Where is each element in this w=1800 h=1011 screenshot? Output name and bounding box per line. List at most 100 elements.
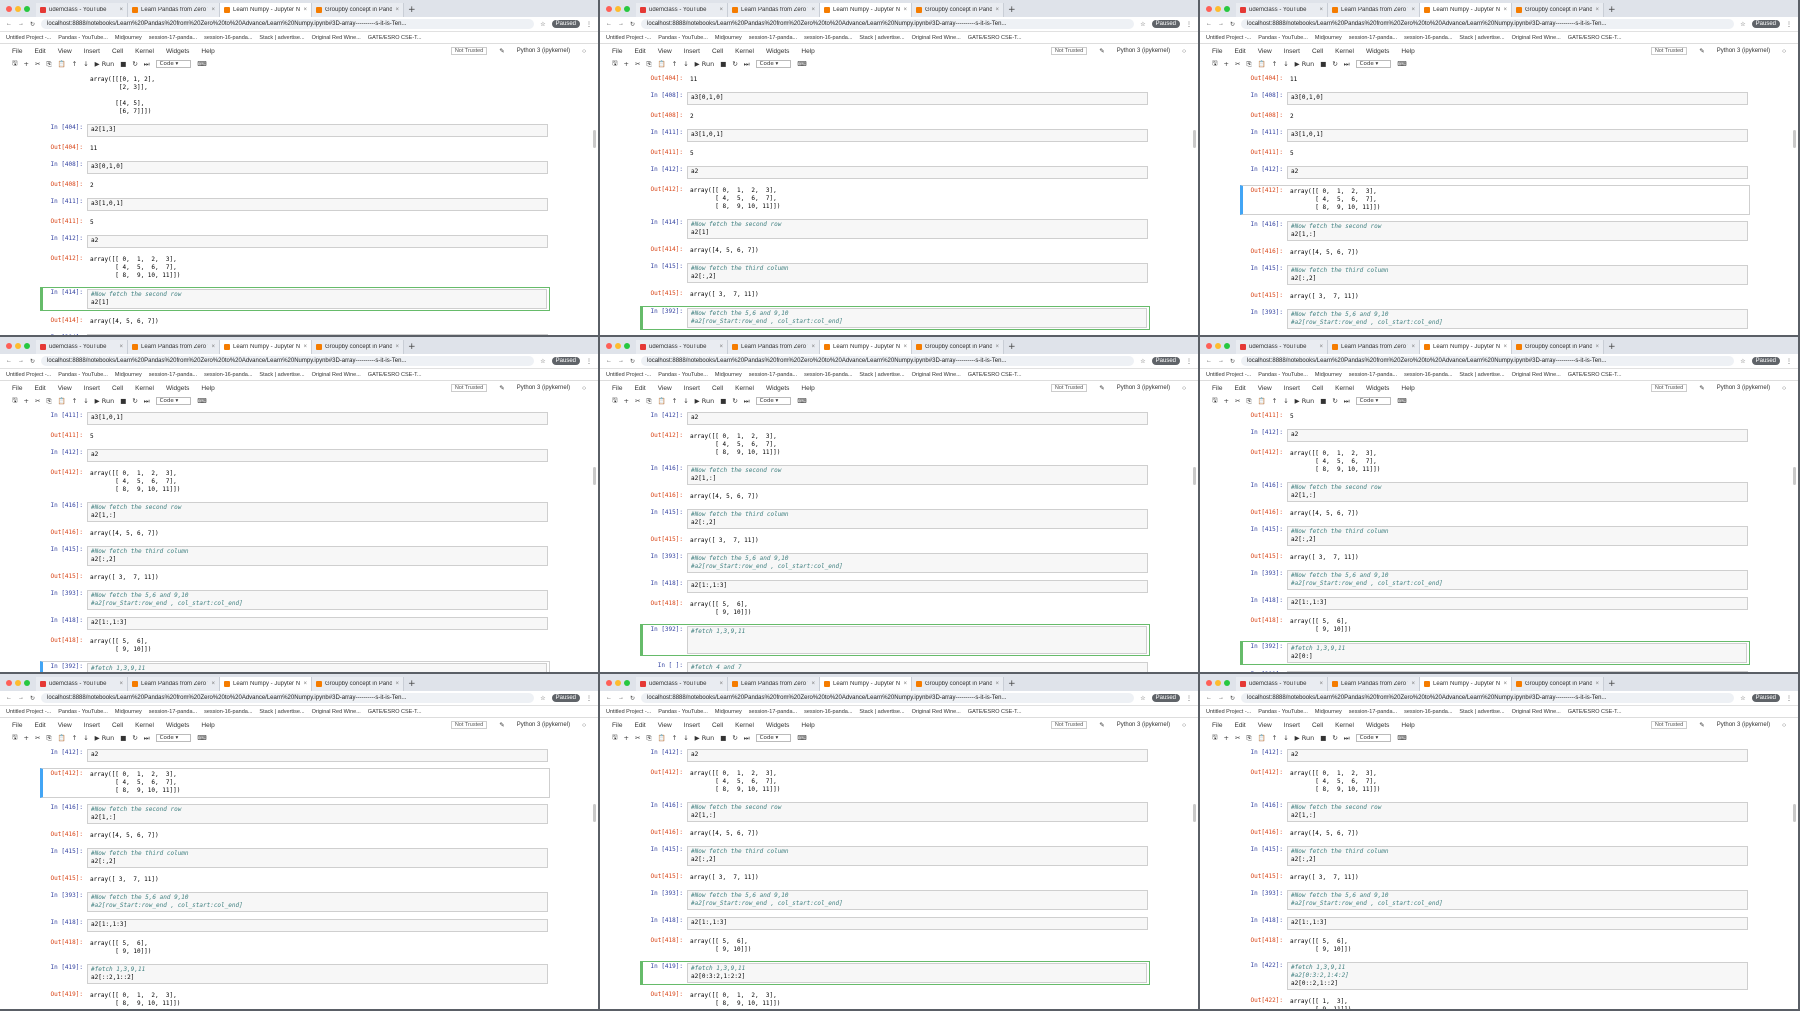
restart-run-icon[interactable]: ⏭ — [744, 734, 750, 743]
copy-icon[interactable]: ⎘ — [1246, 397, 1251, 406]
browser-tab[interactable]: udemclass - YouTube × — [636, 3, 728, 17]
edit-pencil-icon[interactable]: ✎ — [1699, 721, 1704, 729]
browser-tab[interactable]: Learn Pandas from Zero to Ad× — [1328, 340, 1420, 354]
cell-input[interactable]: a3[0,1,0] — [1287, 92, 1748, 105]
url-field[interactable]: localhost:8888/notebooks/Learn%20Pandas%… — [1241, 693, 1735, 703]
menu-cell[interactable]: Cell — [1312, 722, 1323, 729]
browser-tab[interactable]: Learn Pandas from Zero to Ad× — [728, 340, 820, 354]
browser-tab[interactable]: udemclass - YouTube × — [36, 340, 128, 354]
profile-paused-badge[interactable]: Paused — [551, 357, 580, 365]
copy-icon[interactable]: ⎘ — [1246, 734, 1251, 743]
bookmark-item[interactable]: Original Red Wine... — [312, 35, 361, 41]
scrollbar-thumb[interactable] — [1193, 130, 1196, 148]
cell-input[interactable]: #fetch 1,3,9,11 a2[::2,1::2] — [87, 964, 548, 984]
edit-pencil-icon[interactable]: ✎ — [1099, 47, 1104, 55]
browser-tab[interactable]: Learn Numpy - Jupyter Notebo× — [220, 677, 312, 691]
browser-menu-icon[interactable]: ⋮ — [586, 21, 592, 28]
bookmark-item[interactable]: GATE/ESRO CSE-T... — [968, 35, 1022, 41]
minimize-window-button[interactable] — [15, 680, 21, 686]
cell-input[interactable]: a2 — [87, 235, 548, 248]
browser-tab[interactable]: Learn Pandas from Zero to Ad× — [728, 677, 820, 691]
cut-icon[interactable]: ✂ — [1235, 397, 1240, 405]
cell-input[interactable]: a3[1,0,1] — [1287, 129, 1748, 142]
bookmark-item[interactable]: Pandas - YouTube... — [658, 709, 708, 715]
cell-input[interactable]: #Now fetch the second row a2[1] — [687, 219, 1148, 239]
bookmark-item[interactable]: session-17-panda... — [1349, 372, 1397, 378]
bookmark-item[interactable]: Original Red Wine... — [1512, 372, 1561, 378]
menu-help[interactable]: Help — [201, 48, 214, 55]
restart-run-icon[interactable]: ⏭ — [1344, 397, 1350, 406]
command-palette-icon[interactable]: ⌨ — [797, 734, 806, 742]
minimize-window-button[interactable] — [615, 680, 621, 686]
cell-input[interactable]: a2[1:,1:3] — [87, 919, 548, 932]
code-cell[interactable]: In [416]: #Now fetch the second row a2[1,:… — [1240, 220, 1750, 242]
close-tab-icon[interactable]: × — [303, 681, 307, 687]
bookmark-star-icon[interactable]: ☆ — [1140, 21, 1145, 28]
cell-input[interactable]: a2[1:,1:3] — [687, 580, 1148, 593]
menu-edit[interactable]: Edit — [34, 722, 45, 729]
command-palette-icon[interactable]: ⌨ — [197, 60, 206, 68]
interrupt-icon[interactable]: ■ — [120, 60, 126, 68]
bookmark-item[interactable]: Midjourney — [115, 372, 142, 378]
url-field[interactable]: localhost:8888/notebooks/Learn%20Pandas%… — [641, 19, 1135, 29]
copy-icon[interactable]: ⎘ — [646, 60, 651, 69]
notebook-area[interactable]: Out[404]: 11 In [408]: a3[0,1,0] Out[408]: 2 I… — [1200, 70, 1798, 335]
browser-tab[interactable]: Groupby concept in Pandas -× — [312, 340, 404, 354]
bookmark-item[interactable]: session-16-panda... — [804, 709, 852, 715]
scrollbar-thumb[interactable] — [1793, 467, 1796, 485]
cell-input[interactable]: #Now fetch the 5,6 and 9,10 #a2[row_Start… — [687, 890, 1148, 910]
close-tab-icon[interactable]: × — [395, 344, 399, 350]
move-up-icon[interactable]: ↑ — [672, 734, 677, 742]
code-cell[interactable]: In [ ]: #fetch 4 and 7 — [640, 661, 1150, 672]
code-cell[interactable]: In [418]: a2[1:,1:3] — [640, 579, 1150, 594]
save-icon[interactable]: 🖫 — [1212, 59, 1218, 70]
zoom-window-button[interactable] — [24, 343, 30, 349]
new-tab-button[interactable]: + — [408, 679, 416, 689]
minimize-window-button[interactable] — [1215, 680, 1221, 686]
move-down-icon[interactable]: ↓ — [83, 60, 88, 68]
cell-input[interactable]: a2[1:,1:3] — [687, 917, 1148, 930]
cell-input[interactable]: a2[1:,1:3] — [1287, 597, 1748, 610]
bookmark-item[interactable]: Stack | advertise... — [259, 709, 304, 715]
bookmark-item[interactable]: Pandas - YouTube... — [58, 35, 108, 41]
code-cell[interactable]: In [392]: #Now fetch the 5,6 and 9,10 #a2[… — [640, 306, 1150, 330]
close-tab-icon[interactable]: × — [995, 7, 999, 13]
move-down-icon[interactable]: ↓ — [683, 60, 688, 68]
code-cell[interactable]: In [411]: a3[1,0,1] — [1240, 128, 1750, 143]
menu-insert[interactable]: Insert — [684, 722, 700, 729]
menu-file[interactable]: File — [12, 48, 22, 55]
close-tab-icon[interactable]: × — [903, 681, 907, 687]
close-tab-icon[interactable]: × — [1319, 681, 1323, 687]
close-window-button[interactable] — [1206, 343, 1212, 349]
browser-menu-icon[interactable]: ⋮ — [586, 358, 592, 365]
bookmark-item[interactable]: session-16-panda... — [804, 35, 852, 41]
browser-tab[interactable]: Groupby concept in Pandas -× — [1512, 677, 1604, 691]
bookmark-item[interactable]: GATE/ESRO CSE-T... — [368, 35, 422, 41]
profile-paused-badge[interactable]: Paused — [1751, 20, 1780, 28]
close-tab-icon[interactable]: × — [1319, 7, 1323, 13]
forward-arrow-icon[interactable]: → — [618, 695, 624, 701]
cell-input[interactable]: #Now fetch the 5,6 and 9,10 #a2[row_Start… — [87, 892, 548, 912]
cell-input[interactable]: a2[1:,1:3] — [87, 617, 548, 630]
menu-widgets[interactable]: Widgets — [766, 722, 789, 729]
menu-file[interactable]: File — [1212, 385, 1222, 392]
bookmark-item[interactable]: Untitled Project -... — [1206, 709, 1251, 715]
zoom-window-button[interactable] — [24, 680, 30, 686]
move-up-icon[interactable]: ↑ — [72, 397, 77, 405]
close-tab-icon[interactable]: × — [995, 681, 999, 687]
add-cell-icon[interactable]: + — [624, 397, 629, 405]
code-cell[interactable]: In [412]: a2 — [640, 411, 1150, 426]
bookmark-item[interactable]: session-16-panda... — [204, 35, 252, 41]
menu-insert[interactable]: Insert — [84, 48, 100, 55]
kernel-indicator[interactable]: Python 3 (ipykernel) — [517, 48, 570, 54]
save-icon[interactable]: 🖫 — [612, 396, 618, 407]
menu-help[interactable]: Help — [801, 48, 814, 55]
menu-widgets[interactable]: Widgets — [166, 385, 189, 392]
zoom-window-button[interactable] — [1224, 680, 1230, 686]
close-tab-icon[interactable]: × — [1411, 681, 1415, 687]
trusted-badge[interactable]: Not Trusted — [450, 47, 488, 55]
cell-input[interactable]: a2[1:,1:3] — [1287, 917, 1748, 930]
cell-input[interactable]: #fetch 1,3,9,11 a2[0:] — [1287, 643, 1747, 663]
bookmark-star-icon[interactable]: ☆ — [1740, 695, 1745, 702]
menu-view[interactable]: View — [58, 722, 72, 729]
